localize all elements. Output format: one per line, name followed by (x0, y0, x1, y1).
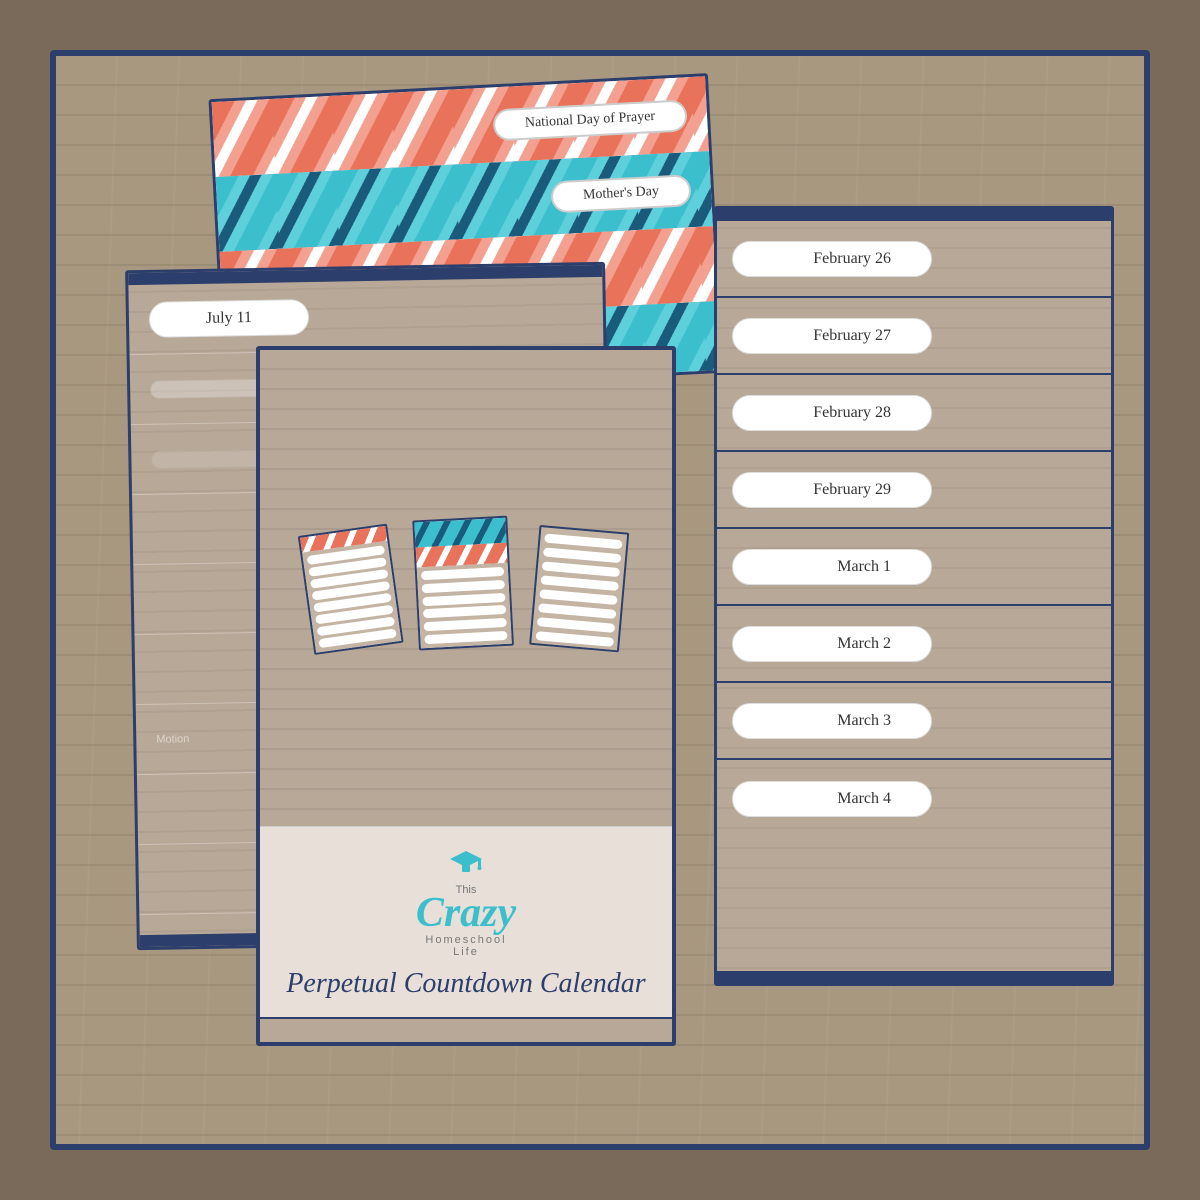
mini-card-middle (412, 515, 514, 650)
mini-rows-right (531, 527, 627, 652)
date-label-feb27: February 27 (732, 318, 932, 354)
mini-row-r8 (535, 631, 613, 647)
right-date-row-feb27: February 27 (717, 298, 1111, 375)
graduation-cap-icon (448, 847, 484, 882)
date-label-mar1: March 1 (732, 549, 932, 585)
holiday-label-1: National Day of Prayer (492, 99, 688, 141)
outer-frame: National Day of Prayer Mother's Day July… (50, 50, 1150, 1150)
right-date-row-feb26: February 26 (717, 221, 1111, 298)
mini-row-m1 (420, 567, 503, 580)
date-pill-july11: July 11 (149, 299, 310, 338)
date-label-feb28: February 28 (732, 395, 932, 431)
date-label-feb26: February 26 (732, 241, 932, 277)
mini-rows-left (302, 541, 401, 653)
mini-row-r4 (540, 575, 618, 591)
right-date-row-feb28: February 28 (717, 375, 1111, 452)
mini-row-m2 (421, 580, 504, 593)
brand-homeschool-text: Homeschool (425, 934, 506, 946)
mini-row-r6 (538, 603, 616, 619)
cover-wood-section (260, 350, 672, 826)
date-label-mar3: March 3 (732, 703, 932, 739)
mini-row-m6 (424, 630, 507, 643)
mini-row-m3 (422, 592, 505, 605)
mini-card-left (297, 523, 403, 654)
mini-rows-middle (416, 563, 511, 649)
right-date-row-mar3: March 3 (717, 683, 1111, 760)
brand-logo: This Crazy Homeschool Life (416, 847, 516, 958)
mini-row-r2 (542, 547, 620, 563)
date-label-feb29: February 29 (732, 472, 932, 508)
right-date-row-feb29: February 29 (717, 452, 1111, 529)
mini-row-r5 (539, 589, 617, 605)
mini-row-m4 (422, 605, 505, 618)
brand-crazy-text: Crazy (416, 892, 516, 934)
date-label-mar2: March 2 (732, 626, 932, 662)
mini-row-r3 (541, 561, 619, 577)
mini-cards-container (319, 518, 614, 648)
holiday-label-2: Mother's Day (550, 174, 691, 213)
mini-card-right (529, 525, 629, 652)
cover-white-bottom: This Crazy Homeschool Life Perpetual Cou… (260, 826, 672, 1017)
date-row-1: July 11 (128, 277, 603, 355)
right-page: February 26 February 27 February 28 Febr… (714, 206, 1114, 986)
right-date-row-mar2: March 2 (717, 606, 1111, 683)
right-date-row-mar4: March 4 (717, 760, 1111, 837)
date-label-mar4: March 4 (732, 781, 932, 817)
cover-title: Perpetual Countdown Calendar (286, 966, 645, 1002)
right-date-row-mar1: March 1 (717, 529, 1111, 606)
mini-row-m5 (423, 618, 506, 631)
cover-bottom-bar (260, 1017, 672, 1042)
front-cover: This Crazy Homeschool Life Perpetual Cou… (256, 346, 676, 1046)
brand-life-text: Life (453, 946, 479, 958)
mini-row-r7 (536, 617, 614, 633)
mini-row-r1 (544, 533, 622, 549)
